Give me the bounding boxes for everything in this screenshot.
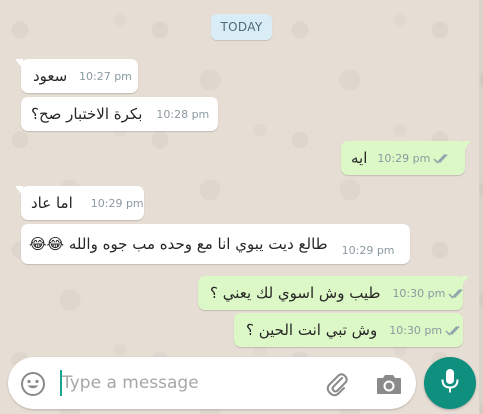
microphone-button[interactable] (424, 357, 476, 409)
message-bubble-outgoing[interactable]: طيب وش اسوي لك يعني ؟ 10:30 pm (198, 276, 469, 310)
message-bubble-incoming[interactable]: بكرة الاختبار صح؟ 10:28 pm (21, 97, 218, 131)
message-text: ايه (351, 149, 368, 167)
message-text: طالع ديت يبوي انا مع وحده مب جوه والله 😂… (29, 235, 328, 253)
paperclip-icon[interactable] (324, 370, 350, 398)
message-text: وش تبي انت الحين ؟ (246, 321, 378, 339)
message-time: 10:29 pm (90, 196, 144, 210)
date-divider: TODAY (211, 14, 272, 40)
message-time: 10:27 pm (79, 69, 132, 83)
message-bubble-outgoing[interactable]: وش تبي انت الحين ؟ 10:30 pm (234, 313, 463, 347)
message-time: 10:30 pm (389, 323, 443, 337)
double-check-icon (445, 325, 463, 336)
message-bubble-incoming[interactable]: 10:27 pm سعود (15, 59, 138, 93)
scrollbar[interactable] (479, 0, 483, 414)
message-bubble-incoming[interactable]: اما عاد 10:29 pm (15, 186, 144, 220)
message-input[interactable] (56, 369, 282, 397)
smiley-icon[interactable] (20, 371, 46, 397)
message-text: اما عاد (31, 194, 73, 212)
double-check-icon (433, 153, 451, 164)
text-cursor (60, 370, 62, 396)
microphone-icon (439, 367, 461, 399)
message-time: 10:29 pm (341, 243, 395, 257)
message-text: سعود (33, 67, 68, 85)
message-text: بكرة الاختبار صح؟ (31, 105, 143, 123)
message-bubble-outgoing[interactable]: ايه 10:29 pm (341, 141, 471, 175)
message-time: 10:29 pm (377, 151, 431, 165)
camera-icon[interactable] (375, 371, 403, 397)
message-text: طيب وش اسوي لك يعني ؟ (210, 284, 381, 302)
message-time: 10:30 pm (392, 286, 446, 300)
message-bubble-incoming[interactable]: طالع ديت يبوي انا مع وحده مب جوه والله 😂… (21, 224, 410, 264)
double-check-icon (448, 288, 466, 299)
message-composer (8, 357, 416, 409)
message-time: 10:28 pm (156, 107, 210, 121)
